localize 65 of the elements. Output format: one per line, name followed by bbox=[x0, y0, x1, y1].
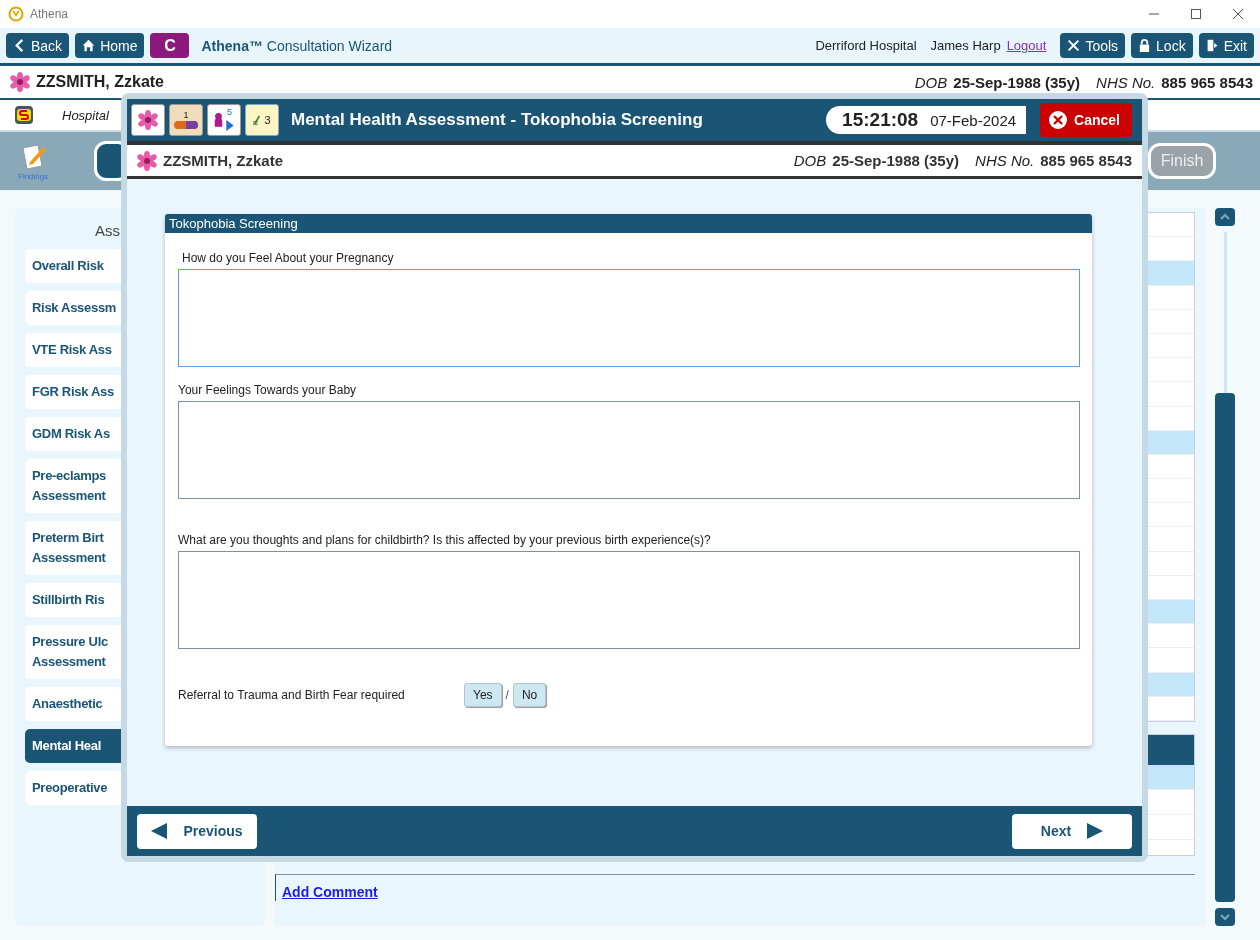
back-button[interactable]: Back bbox=[6, 33, 70, 58]
flower-icon bbox=[138, 110, 158, 130]
exit-door-icon bbox=[1205, 38, 1219, 53]
tools-button[interactable]: Tools bbox=[1060, 33, 1126, 58]
dob-label: DOB bbox=[914, 73, 948, 91]
flower-icon bbox=[10, 72, 30, 92]
triangle-left-icon bbox=[151, 823, 168, 839]
clock-display: 15:21:08 07-Feb-2024 bbox=[826, 106, 1027, 134]
nhs-label: NHS No. bbox=[1096, 73, 1156, 91]
answer-box[interactable] bbox=[178, 269, 1080, 367]
home-icon bbox=[82, 38, 96, 53]
sidebar-heading: Ass bbox=[95, 222, 120, 239]
dialog-title: Mental Health Assessment - Tokophobia Screening bbox=[291, 110, 703, 130]
scroll-up-button[interactable] bbox=[1215, 208, 1235, 226]
medication-button[interactable]: 1 bbox=[169, 104, 203, 136]
exit-button[interactable]: Exit bbox=[1198, 33, 1254, 58]
lock-button[interactable]: Lock bbox=[1131, 33, 1193, 58]
c-button[interactable]: C bbox=[150, 33, 190, 58]
window-title: Athena bbox=[30, 7, 69, 21]
user-name: James Harp bbox=[930, 38, 1001, 53]
nhs-value: 885 965 8543 bbox=[1161, 73, 1253, 91]
triangle-right-icon bbox=[1087, 823, 1104, 839]
question-label: Your Feelings Towards your Baby bbox=[178, 383, 358, 397]
section-header: Tokophobia Screening bbox=[165, 214, 1092, 233]
dob-label: DOB bbox=[793, 152, 827, 169]
dob-value: 25-Sep-1988 (35y) bbox=[953, 73, 1081, 91]
nhs-label: NHS No. bbox=[975, 152, 1035, 169]
previous-button[interactable]: Previous bbox=[137, 813, 257, 849]
pill-icon bbox=[173, 120, 199, 130]
option-button[interactable]: No bbox=[512, 683, 547, 707]
close-icon[interactable] bbox=[1232, 8, 1244, 20]
answer-box[interactable] bbox=[178, 551, 1080, 649]
chevron-left-icon bbox=[13, 38, 26, 53]
scroll-down-button[interactable] bbox=[1215, 908, 1235, 926]
add-comment-link[interactable]: Add Comment bbox=[282, 884, 378, 900]
pregnancy-button[interactable]: 5 bbox=[207, 104, 241, 136]
maximize-icon[interactable] bbox=[1190, 8, 1202, 20]
flower-icon-button[interactable] bbox=[131, 104, 165, 136]
cancel-icon bbox=[1048, 110, 1069, 130]
question-label: Referral to Trauma and Birth Fear required bbox=[178, 688, 406, 702]
hospital-name: Derriford Hospital bbox=[815, 38, 917, 53]
question-label: What are you thoughts and plans for childbirth? Is this affected by your previous birth experience(s)? bbox=[178, 533, 712, 547]
cancel-button[interactable]: Cancel bbox=[1040, 103, 1132, 137]
next-button[interactable]: Next bbox=[1012, 813, 1132, 849]
findings-label: Findings bbox=[18, 171, 49, 181]
notes-button[interactable]: 3 bbox=[245, 104, 279, 136]
play-icon bbox=[226, 119, 234, 131]
tools-icon bbox=[1067, 38, 1081, 53]
separator-text: / bbox=[505, 688, 509, 702]
logout-link[interactable]: Logout bbox=[1006, 38, 1047, 53]
question-label: How do you Feel About your Pregnancy bbox=[182, 251, 395, 265]
home-button[interactable]: Home bbox=[75, 33, 145, 58]
lock-icon bbox=[1138, 38, 1152, 53]
patient-name: ZZSMITH, Zzkate bbox=[36, 73, 164, 91]
patient-name: ZZSMITH, Zzkate bbox=[163, 152, 283, 169]
app-logo-icon bbox=[8, 6, 24, 22]
nhs-value: 885 965 8543 bbox=[1040, 152, 1132, 169]
dob-value: 25-Sep-1988 (35y) bbox=[832, 152, 960, 169]
chevron-down-icon bbox=[1219, 911, 1231, 923]
answer-box[interactable] bbox=[178, 401, 1080, 499]
option-button[interactable]: Yes bbox=[464, 683, 502, 707]
scrollbar-thumb[interactable] bbox=[1215, 392, 1235, 902]
app-heading: Athena™ Consultation Wizard bbox=[201, 37, 393, 54]
flower-icon bbox=[137, 150, 157, 171]
banner-text: Hospital bbox=[62, 107, 109, 123]
